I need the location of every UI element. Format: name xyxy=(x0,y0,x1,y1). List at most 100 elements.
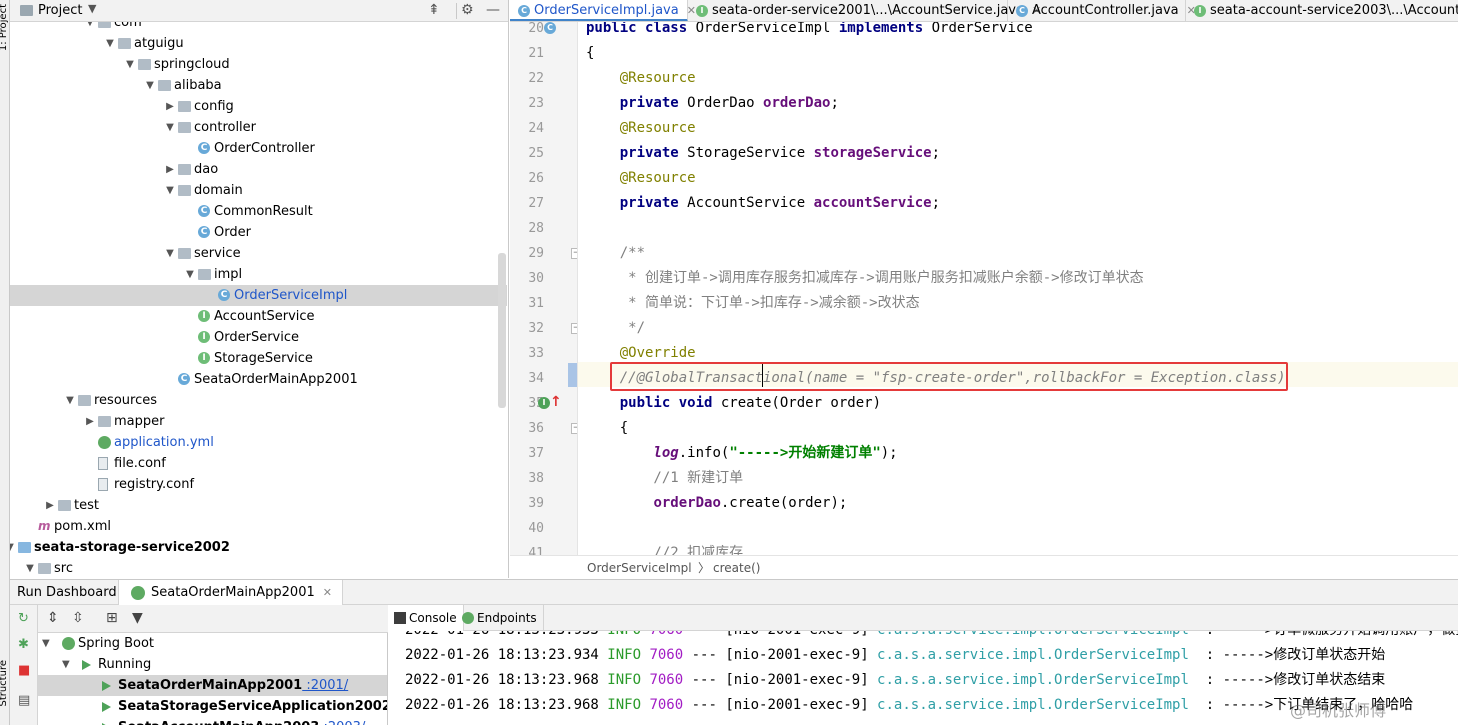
breadcrumb-class[interactable]: OrderServiceImpl xyxy=(587,556,692,580)
chevron-down-icon[interactable]: ▼ xyxy=(10,537,16,558)
run-tree-item[interactable]: SeataStorageServiceApplication2002 :2002… xyxy=(38,696,387,717)
run-tree-item[interactable]: ▼ Running xyxy=(38,654,387,675)
highlight-annotation-box xyxy=(610,362,1288,391)
file-icon xyxy=(98,478,108,491)
collapse-all-icon[interactable]: ⇞ xyxy=(428,2,440,18)
code-editor[interactable]: public class OrderServiceImpl implements… xyxy=(578,22,1458,555)
fold-marker-icon[interactable]: − xyxy=(571,423,577,434)
port-link[interactable]: :2001/ xyxy=(302,678,348,693)
tree-item[interactable]: application.yml xyxy=(10,432,507,453)
chevron-right-icon[interactable]: ▶ xyxy=(164,96,176,117)
code-token: .create(order); xyxy=(720,495,848,511)
override-arrow-icon[interactable]: ↑ xyxy=(550,394,562,410)
chevron-down-icon[interactable]: ▼ xyxy=(164,180,176,201)
code-line: @Resource xyxy=(586,166,696,191)
minimize-icon[interactable]: — xyxy=(486,2,500,18)
tree-item[interactable]: C OrderController xyxy=(10,138,507,159)
chevron-down-icon[interactable]: ▼ xyxy=(42,633,50,654)
chevron-down-icon[interactable]: ▼ xyxy=(164,243,176,264)
chevron-right-icon[interactable]: ▶ xyxy=(44,495,56,516)
tree-item-label: StorageService xyxy=(214,351,313,366)
editor-tab[interactable]: C AccountController.java ✕ xyxy=(1008,0,1196,21)
editor-tab[interactable]: Iseata-account-service2003\...\AccountSe… xyxy=(1186,0,1458,21)
tree-item-label: application.yml xyxy=(114,435,214,450)
filter-icon[interactable]: ▼ xyxy=(132,610,143,626)
chevron-down-icon[interactable]: ▼ xyxy=(62,654,70,675)
tree-item[interactable]: I AccountService xyxy=(10,306,507,327)
tree-item[interactable]: ▼ resources xyxy=(10,390,507,411)
tree-item[interactable]: ▼ alibaba xyxy=(10,75,507,96)
chevron-down-icon[interactable]: ▼ xyxy=(88,2,96,15)
chevron-down-icon[interactable]: ▼ xyxy=(144,75,156,96)
tree-item[interactable]: I StorageService xyxy=(10,348,507,369)
tree-item[interactable]: ▼ atguigu xyxy=(10,33,507,54)
tree-item[interactable]: m pom.xml xyxy=(10,516,507,537)
structure-tool-tab[interactable]: Structure xyxy=(0,660,9,707)
run-tree-item[interactable]: SeataOrderMainApp2001 :2001/ xyxy=(38,675,387,696)
group-by-icon[interactable]: ⊞ xyxy=(106,610,118,626)
editor-tab[interactable]: C OrderServiceImpl.java ✕ xyxy=(510,0,696,21)
tree-item[interactable]: ▼ controller xyxy=(10,117,507,138)
tree-item[interactable]: ▼ seata-storage-service2002 xyxy=(10,537,507,558)
run-tab-label: SeataOrderMainApp2001 xyxy=(151,585,315,600)
editor-tab[interactable]: Iseata-order-service2001\...\AccountServ… xyxy=(688,0,1041,21)
run-tab-seata-order[interactable]: SeataOrderMainApp2001 ✕ xyxy=(118,580,343,606)
log-timestamp: 2022-01-26 18:13:23.968 xyxy=(405,697,608,713)
run-tree-item[interactable]: ▼ Spring Boot xyxy=(38,633,387,654)
implements-method-icon[interactable]: I xyxy=(538,397,550,409)
stop-icon[interactable]: ■ xyxy=(18,663,30,678)
tree-item-label: Order xyxy=(214,225,251,240)
debug-icon[interactable]: ✱ xyxy=(18,637,29,652)
console-tab[interactable]: Endpoints xyxy=(457,605,544,631)
code-line: orderDao.create(order); xyxy=(586,491,847,516)
gear-icon[interactable]: ⚙ xyxy=(461,2,474,18)
tree-item[interactable]: ▼ service xyxy=(10,243,507,264)
run-tree-item[interactable]: SeataAccountMainApp2003 :2003/ xyxy=(38,717,387,725)
expand-all-icon[interactable]: ⇕ xyxy=(47,610,59,626)
code-token: //2 扣减库存 xyxy=(586,545,744,555)
rerun-icon[interactable]: ↻ xyxy=(18,611,29,626)
chevron-down-icon[interactable]: ▼ xyxy=(124,54,136,75)
project-icon xyxy=(20,5,33,16)
tree-item-label: springcloud xyxy=(154,57,230,72)
tree-item[interactable]: registry.conf xyxy=(10,474,507,495)
project-tree-scrollbar[interactable] xyxy=(498,253,506,408)
fold-marker-icon[interactable]: − xyxy=(571,323,577,334)
tree-item[interactable]: ▼ src xyxy=(10,558,507,578)
tree-item[interactable]: C Order xyxy=(10,222,507,243)
tree-item[interactable]: ▼ impl xyxy=(10,264,507,285)
close-icon[interactable]: ✕ xyxy=(323,586,332,599)
tree-item[interactable]: ▼ domain xyxy=(10,180,507,201)
chevron-down-icon[interactable]: ▼ xyxy=(164,117,176,138)
project-panel-title[interactable]: Project xyxy=(38,3,82,18)
tree-item[interactable]: I OrderService xyxy=(10,327,507,348)
tree-item[interactable]: C SeataOrderMainApp2001 xyxy=(10,369,507,390)
chevron-down-icon[interactable]: ▼ xyxy=(104,33,116,54)
chevron-down-icon[interactable]: ▼ xyxy=(184,264,196,285)
line-number: 26 xyxy=(528,171,544,186)
tree-item[interactable]: ▶ mapper xyxy=(10,411,507,432)
tree-item[interactable]: ▶ test xyxy=(10,495,507,516)
chevron-right-icon[interactable]: ▶ xyxy=(164,159,176,180)
chevron-down-icon[interactable]: ▼ xyxy=(24,558,36,578)
port-link[interactable]: :2003/ xyxy=(319,720,365,725)
tree-item[interactable]: ▼ springcloud xyxy=(10,54,507,75)
project-tool-tab[interactable]: 1: Project xyxy=(0,4,9,51)
breadcrumb-method[interactable]: create() xyxy=(713,556,760,580)
code-token: public class xyxy=(586,22,696,36)
folder-icon xyxy=(178,185,191,196)
line-number: 31 xyxy=(528,296,544,311)
class-implements-icon[interactable]: C xyxy=(544,22,556,34)
tree-item[interactable]: ▶ dao xyxy=(10,159,507,180)
layout-icon[interactable]: ▤ xyxy=(18,693,30,708)
console-tab[interactable]: Console xyxy=(389,605,464,631)
tree-item[interactable]: C OrderServiceImpl xyxy=(10,285,507,306)
tree-item[interactable]: file.conf xyxy=(10,453,507,474)
project-panel-header: Project ▼ ⇞ ⚙ — xyxy=(10,0,508,22)
fold-marker-icon[interactable]: − xyxy=(571,248,577,259)
collapse-all-icon[interactable]: ⇳ xyxy=(72,610,84,626)
chevron-right-icon[interactable]: ▶ xyxy=(84,411,96,432)
chevron-down-icon[interactable]: ▼ xyxy=(64,390,76,411)
tree-item[interactable]: C CommonResult xyxy=(10,201,507,222)
tree-item[interactable]: ▶ config xyxy=(10,96,507,117)
